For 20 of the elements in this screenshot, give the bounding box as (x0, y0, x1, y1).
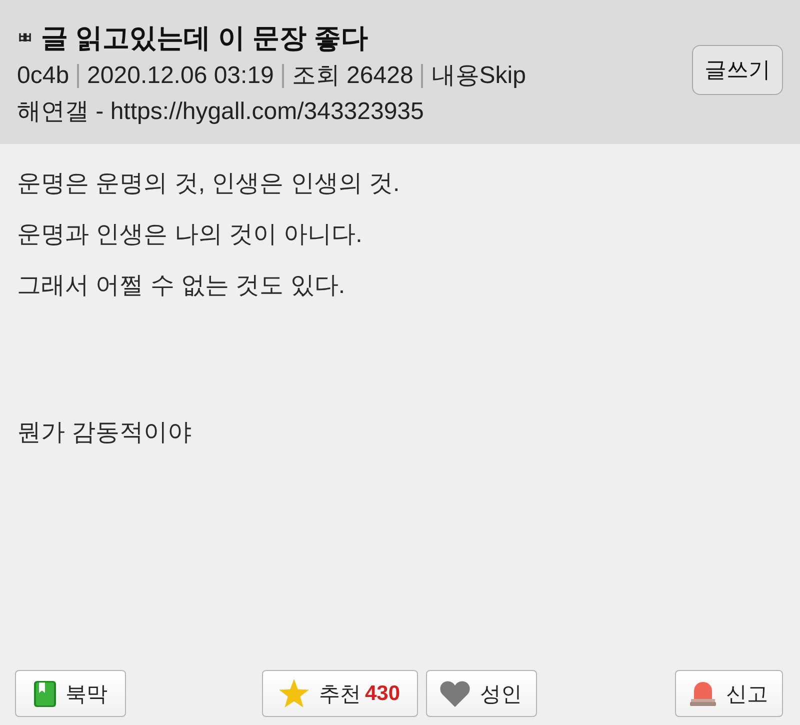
write-button[interactable]: 글쓰기 (692, 45, 783, 95)
bookmark-button[interactable]: 북막 (15, 670, 126, 717)
adult-button[interactable]: 성인 (426, 670, 536, 717)
source-link-text: 해연갤 - https://hygall.com/343323935 (17, 97, 425, 127)
post-text-line: 운명과 인생은 나의 것이 아니다. (17, 220, 364, 250)
report-button[interactable]: 신고 (675, 670, 783, 717)
post-text-line: 뭔가 감동적이야 (17, 418, 193, 448)
post-meta: 0c4b (17, 62, 70, 90)
post-meta: 내용Skip (421, 64, 526, 88)
post-meta: 조회 26428 (282, 64, 414, 88)
post-text-line: 그래서 어쩔 수 없는 것도 있다. (17, 271, 346, 301)
post-title: 글 읽고있는데 이 문장 좋다 (41, 22, 368, 55)
post-text-line: 운명은 운명의 것, 인생은 인생의 것. (17, 169, 401, 199)
star-icon (278, 679, 309, 708)
book-icon (34, 680, 56, 706)
siren-icon (690, 682, 716, 706)
recommend-button[interactable]: 추천 430 (262, 670, 418, 717)
post-meta: 2020.12.06 03:19 (77, 64, 274, 88)
heart-icon (440, 680, 470, 706)
category-tag: ㅃ (17, 28, 33, 48)
